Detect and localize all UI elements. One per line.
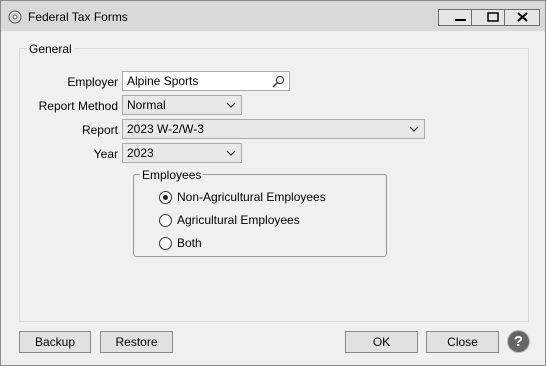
employees-legend: Employees [140, 168, 204, 182]
disc-icon [8, 10, 22, 24]
employees-group: Employees Non-Agricultural Employees Agr… [133, 168, 387, 257]
ok-button[interactable]: OK [345, 331, 418, 353]
federal-tax-forms-window: Federal Tax Forms General Employer Alpin… [0, 0, 546, 366]
radio-dot[interactable] [159, 214, 172, 227]
radio-dot[interactable] [159, 237, 172, 250]
restore-button[interactable]: Restore [100, 331, 173, 353]
year-select[interactable]: 2023 [122, 143, 242, 163]
close-window-button[interactable] [504, 9, 540, 26]
report-select[interactable]: 2023 W-2/W-3 [122, 119, 425, 139]
year-label: Year [93, 147, 118, 161]
year-value: 2023 [127, 146, 154, 160]
title-bar[interactable]: Federal Tax Forms [1, 1, 545, 31]
dialog-content: General Employer Alpine Sports Report Me… [8, 38, 538, 352]
window-title: Federal Tax Forms [28, 10, 128, 24]
general-legend: General [27, 42, 74, 56]
radio-dot-selected[interactable] [159, 191, 172, 204]
radio-label: Agricultural Employees [177, 213, 300, 227]
close-button[interactable]: Close [426, 331, 499, 353]
radio-label: Both [177, 236, 202, 250]
report-method-value: Normal [127, 98, 166, 112]
employer-value: Alpine Sports [127, 74, 199, 88]
report-method-label: Report Method [38, 99, 118, 113]
chevron-down-icon [226, 150, 236, 156]
search-icon[interactable] [272, 75, 285, 88]
report-value: 2023 W-2/W-3 [127, 122, 204, 136]
employer-label: Employer [67, 75, 118, 89]
backup-button[interactable]: Backup [19, 331, 91, 353]
employer-field[interactable]: Alpine Sports [122, 71, 290, 91]
radio-label: Non-Agricultural Employees [177, 190, 326, 204]
general-group: General Employer Alpine Sports Report Me… [19, 42, 529, 322]
chevron-down-icon [226, 102, 236, 108]
close-icon [517, 12, 528, 22]
chevron-down-icon [409, 126, 419, 132]
help-button[interactable]: ? [508, 331, 529, 352]
report-label: Report [81, 123, 118, 137]
report-method-select[interactable]: Normal [122, 95, 242, 115]
